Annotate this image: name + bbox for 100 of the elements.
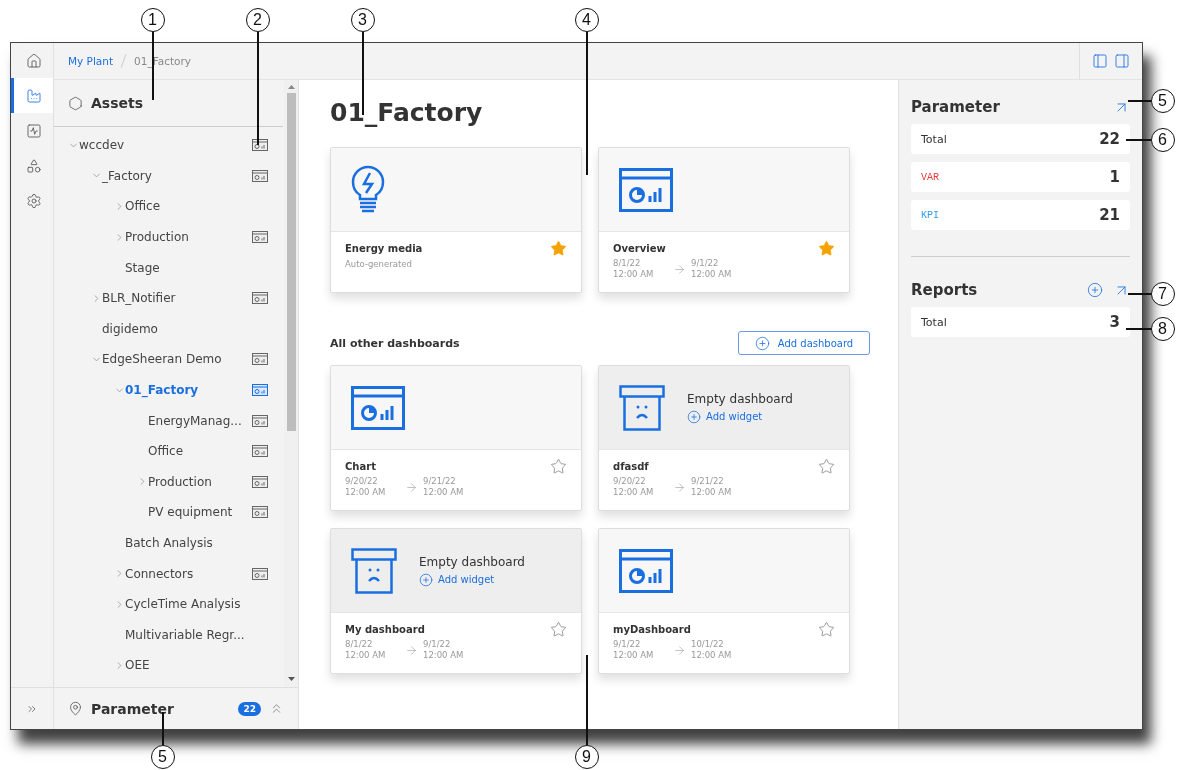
end-time: 12:00 AM <box>691 650 733 661</box>
lightbulb-icon <box>351 164 385 215</box>
callout-number: 7 <box>1150 281 1175 306</box>
leader-line <box>1126 139 1151 141</box>
tree-item[interactable]: CycleTime Analysis <box>125 597 241 612</box>
tree-item[interactable]: Batch Analysis <box>125 536 213 550</box>
callout-number: 2 <box>245 7 270 32</box>
leader-line <box>162 712 164 745</box>
start-date: 8/1/22 <box>345 639 374 650</box>
favorite-star-icon[interactable] <box>818 240 835 257</box>
callout-number: 4 <box>574 7 599 32</box>
callout-number: 3 <box>350 7 375 32</box>
dashboard-name: Energy media <box>345 243 423 254</box>
factory-icon[interactable] <box>11 78 53 113</box>
start-time: 12:00 AM <box>613 650 655 661</box>
dashboard-card[interactable]: Chart 9/20/22 12:00 AM 9/21/22 12:00 AM <box>330 365 582 511</box>
add-widget-link[interactable]: Add widget <box>687 409 793 424</box>
tree-item[interactable]: BLR_Notifier <box>102 291 176 306</box>
count-label: KPI <box>921 209 939 221</box>
panel-title: Assets <box>91 95 144 111</box>
favorite-star-icon[interactable] <box>818 458 835 475</box>
dashboard-card[interactable]: Energy media Auto-generated <box>330 147 582 293</box>
scroll-up-arrow-icon[interactable] <box>287 85 295 89</box>
section-title: All other dashboards <box>330 336 460 350</box>
tree-item[interactable]: Multivariable Regr... <box>125 627 245 642</box>
panel-title: Parameter <box>91 700 174 717</box>
add-icon[interactable] <box>1087 282 1103 298</box>
favorite-star-icon[interactable] <box>818 621 835 638</box>
panel-title: Parameter <box>911 98 1000 116</box>
scroll-down-arrow-icon[interactable] <box>287 677 295 681</box>
callout-number: 8 <box>1150 316 1175 341</box>
dashboard-icon <box>619 548 673 593</box>
arrow-right-icon <box>405 643 418 657</box>
arrow-right-icon <box>673 480 686 494</box>
page-title: 01_Factory <box>330 98 484 127</box>
dashboard-card[interactable]: Empty dashboard Add widget dfasdf 9/20/22 12:00 AM 9/21/22 12:00 AM <box>598 365 850 511</box>
tree-item[interactable]: Office <box>148 444 184 459</box>
plus-icon <box>687 409 701 424</box>
start-time: 12:00 AM <box>345 650 387 661</box>
tree-item[interactable]: Stage <box>125 260 160 275</box>
plus-icon <box>754 335 770 351</box>
end-date: 10/1/22 <box>691 639 725 650</box>
empty-message: Empty dashboard <box>687 391 793 406</box>
start-date: 9/1/22 <box>613 639 642 650</box>
callout-number: 6 <box>1150 127 1175 152</box>
end-time: 12:00 AM <box>691 487 733 498</box>
favorite-star-icon[interactable] <box>550 240 567 257</box>
dashboard-name: Overview <box>613 243 666 254</box>
start-time: 12:00 AM <box>613 269 655 280</box>
leader-line <box>1128 293 1151 295</box>
tree-item[interactable]: 01_Factory <box>125 383 199 398</box>
tree-item[interactable]: Production <box>148 474 212 489</box>
favorite-star-icon[interactable] <box>550 621 567 638</box>
start-time: 12:00 AM <box>613 487 655 498</box>
callout-number: 9 <box>574 744 599 769</box>
leader-line <box>1126 328 1151 330</box>
dashboard-icon <box>619 167 673 212</box>
tree-item[interactable]: wccdev <box>79 138 125 153</box>
empty-box-icon <box>351 547 397 594</box>
tree-item[interactable]: EnergyManag... <box>148 413 242 428</box>
empty-box-icon <box>619 384 665 431</box>
tree-item[interactable]: digidemo <box>102 321 158 336</box>
dashboard-card[interactable]: Overview 8/1/22 12:00 AM 9/1/22 12:00 AM <box>598 147 850 293</box>
end-date: 9/21/22 <box>423 476 457 487</box>
tree-item[interactable]: _Factory <box>102 168 152 183</box>
panel-title: Reports <box>911 281 978 299</box>
end-date: 9/1/22 <box>691 258 720 269</box>
right-panel-icon[interactable] <box>1114 53 1130 69</box>
count-badge: 22 <box>238 701 261 716</box>
add-widget-link[interactable]: Add widget <box>419 572 525 587</box>
end-time: 12:00 AM <box>423 487 465 498</box>
favorite-star-icon[interactable] <box>550 458 567 475</box>
tree-item[interactable]: OEE <box>125 658 150 673</box>
tree-item[interactable]: Production <box>125 230 189 245</box>
left-panel-icon[interactable] <box>1092 53 1108 69</box>
leader-line <box>152 32 154 100</box>
start-date: 9/20/22 <box>613 476 647 487</box>
tree-item[interactable]: Connectors <box>125 566 194 581</box>
breadcrumb-item[interactable]: My Plant <box>68 55 114 67</box>
plus-icon <box>419 572 433 587</box>
dashboard-card[interactable]: Empty dashboard Add widget My dashboard 8/1/22 12:00 AM 9/1/22 12:00 AM <box>330 528 582 674</box>
count-label: Total <box>921 315 947 329</box>
dashboard-name: Chart <box>345 461 376 472</box>
count-value: 22 <box>1099 130 1120 148</box>
callout-number: 5 <box>1150 88 1175 113</box>
count-label: Total <box>921 132 947 146</box>
tree-item[interactable]: Office <box>125 199 161 214</box>
arrow-right-icon <box>673 643 686 657</box>
empty-message: Empty dashboard <box>419 554 525 569</box>
count-value: 3 <box>1109 313 1120 331</box>
end-date: 9/21/22 <box>691 476 725 487</box>
add-dashboard-button[interactable]: Add dashboard <box>738 331 870 355</box>
end-date: 9/1/22 <box>423 639 452 650</box>
tree-item[interactable]: PV equipment <box>148 505 233 520</box>
tree-item[interactable]: EdgeSheeran Demo <box>102 352 222 367</box>
callout-number: 1 <box>140 7 165 32</box>
dashboard-subtitle: Auto-generated <box>345 259 413 269</box>
dashboard-card[interactable]: myDashboard 9/1/22 12:00 AM 10/1/22 12:00 AM <box>598 528 850 674</box>
end-time: 12:00 AM <box>691 269 733 280</box>
dashboard-icon[interactable] <box>252 139 268 152</box>
